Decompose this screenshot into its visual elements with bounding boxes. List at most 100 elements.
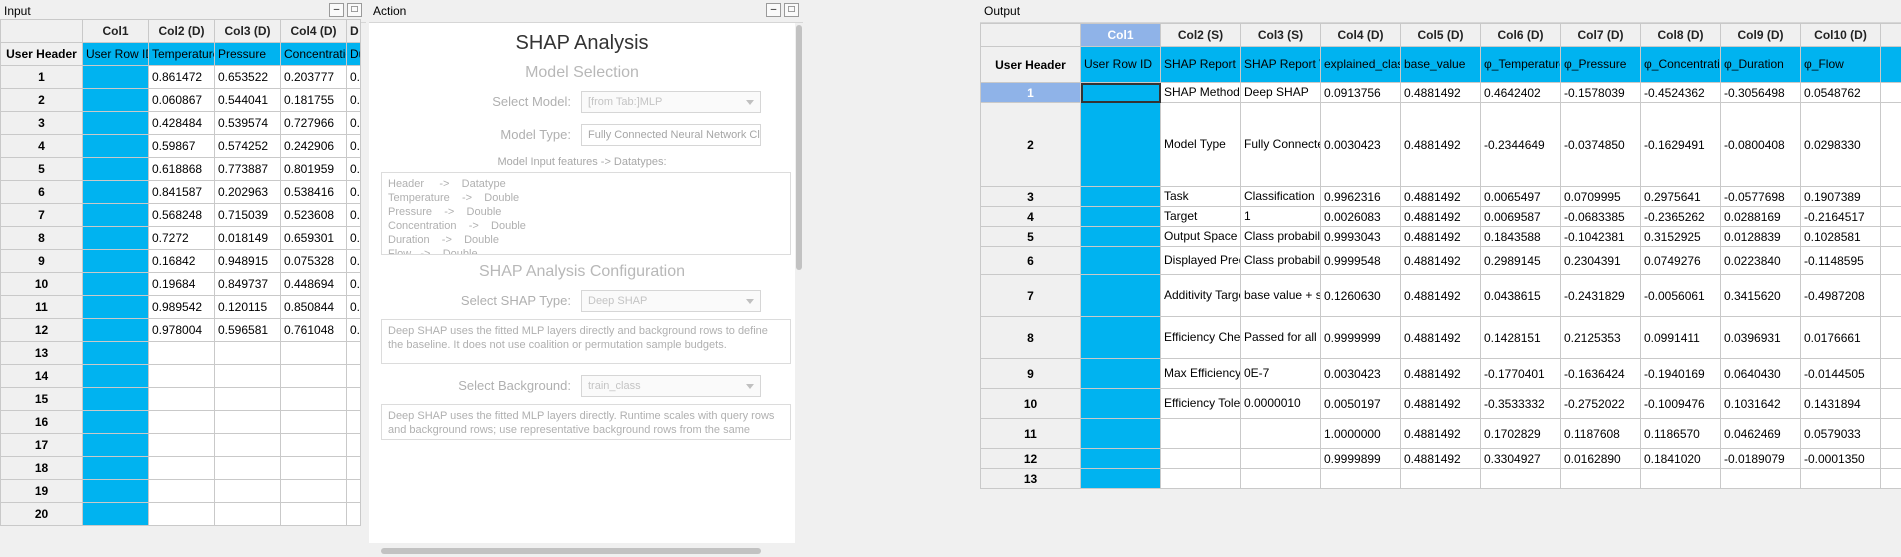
data-cell[interactable]: 0.801959 [280,157,347,181]
user-row-id-cell[interactable] [1080,358,1161,389]
column-header[interactable]: Col3 (S) [1240,23,1321,47]
data-cell[interactable] [280,387,347,411]
data-cell[interactable]: -0.1042381 [1560,226,1641,247]
data-cell[interactable]: Class probability [1240,246,1321,275]
data-cell[interactable]: 0.075328 [280,249,347,273]
data-cell[interactable]: 0.4881492 [1400,206,1481,227]
data-cell[interactable]: 0.0000010 [1240,388,1321,419]
column-header[interactable]: Col4 (D) [1320,23,1401,47]
data-cell[interactable]: 0.0065497 [1480,186,1561,207]
user-row-id-cell[interactable] [82,341,149,365]
data-cell[interactable]: 0.544041 [214,88,281,112]
data-cell[interactable]: 0.0030423 [1320,358,1401,389]
data-cell[interactable] [346,502,361,526]
user-row-id-cell[interactable] [1080,226,1161,247]
data-cell[interactable]: 0.653522 [214,65,281,89]
data-cell[interactable]: 0.4881492 [1400,316,1481,359]
scroll-thumb[interactable] [796,25,802,270]
data-cell[interactable]: 0. [346,295,361,319]
data-cell[interactable]: 0.4881492 [1400,388,1481,419]
data-cell[interactable]: -0.0001350 [1800,448,1881,469]
user-row-id-cell[interactable] [1080,82,1161,103]
row-number[interactable]: 2 [0,88,83,112]
data-cell[interactable]: 0.448694 [280,272,347,296]
data-cell[interactable]: 0. [346,318,361,342]
data-cell[interactable] [346,387,361,411]
user-row-id-cell[interactable] [82,134,149,158]
user-row-id-cell[interactable] [82,433,149,457]
column-header[interactable]: Col10 (D) [1800,23,1881,47]
data-cell[interactable]: 0.850844 [280,295,347,319]
row-number[interactable]: 5 [980,226,1081,247]
action-vertical-scrollbar[interactable] [795,23,803,543]
user-row-id-cell[interactable] [82,410,149,434]
data-cell[interactable]: 0.989542 [148,295,215,319]
data-cell[interactable]: 0.4881492 [1400,358,1481,389]
data-cell[interactable] [346,341,361,365]
data-cell[interactable]: 0.1260630 [1320,274,1401,317]
column-header[interactable]: Col3 (D) [214,19,281,43]
data-cell[interactable] [214,479,281,503]
data-cell[interactable] [214,341,281,365]
data-cell[interactable]: 0. [346,88,361,112]
data-cell[interactable]: 0.0462469 [1720,418,1801,449]
data-cell[interactable]: 0.715039 [214,203,281,227]
data-cell[interactable]: -0.0577698 [1720,186,1801,207]
row-number[interactable]: 2 [980,102,1081,187]
data-cell[interactable]: 0.0176661 [1800,316,1881,359]
row-number[interactable]: 20 [0,502,83,526]
data-cell[interactable]: -0.1940169 [1640,358,1721,389]
user-row-id-cell[interactable] [82,479,149,503]
row-number[interactable]: 9 [0,249,83,273]
data-cell[interactable]: 0.2975641 [1640,186,1721,207]
user-row-id-cell[interactable] [82,295,149,319]
data-cell[interactable]: -0.3056498 [1720,82,1801,103]
data-cell[interactable] [1240,448,1321,469]
data-cell[interactable] [1560,468,1641,489]
row-number[interactable]: 11 [980,418,1081,449]
features-datatypes-box[interactable]: Header -> Datatype Temperature -> Double P… [381,172,791,255]
data-cell[interactable]: Model Type [1160,102,1241,187]
data-cell[interactable]: -0.0374850 [1560,102,1641,187]
data-cell[interactable]: 0. [346,157,361,181]
data-cell[interactable]: 0.4881492 [1400,82,1481,103]
data-cell[interactable] [280,410,347,434]
data-cell[interactable]: 0.1841020 [1640,448,1721,469]
user-row-id-cell[interactable] [82,249,149,273]
data-cell[interactable]: Max Efficiency Residual [1160,358,1241,389]
output-grid[interactable]: Col1 Col2 (S) Col3 (S) Col4 (D) Col5 (D) Col6… [980,23,1901,489]
row-number[interactable]: 8 [980,316,1081,359]
data-cell[interactable]: 0.948915 [214,249,281,273]
data-cell[interactable]: 0.659301 [280,226,347,250]
user-row-id-cell[interactable] [82,387,149,411]
user-row-id-cell[interactable] [1080,418,1161,449]
user-header-cell[interactable]: φ_Flow [1800,46,1881,83]
data-cell[interactable]: -0.2365262 [1640,206,1721,227]
row-number[interactable]: 12 [980,448,1081,469]
user-header-cell[interactable]: Concentration [280,42,347,66]
user-header-cell[interactable]: base_value [1400,46,1481,83]
data-cell[interactable]: 1 [1240,206,1321,227]
data-cell[interactable]: 0.0396931 [1720,316,1801,359]
row-number[interactable]: 4 [980,206,1081,227]
user-row-id-cell[interactable] [82,318,149,342]
data-cell[interactable]: 0.1431894 [1800,388,1881,419]
data-cell[interactable]: 0.0288169 [1720,206,1801,227]
data-cell[interactable] [214,387,281,411]
data-cell[interactable] [346,479,361,503]
data-cell[interactable]: -0.3533332 [1480,388,1561,419]
data-cell[interactable]: 0.3304927 [1480,448,1561,469]
data-cell[interactable]: -0.1009476 [1640,388,1721,419]
data-cell[interactable]: 0.181755 [280,88,347,112]
row-number[interactable]: 1 [980,82,1081,103]
data-cell[interactable]: 0.1028581 [1800,226,1881,247]
column-header[interactable]: Col1 [82,19,149,43]
data-cell[interactable]: Classification [1240,186,1321,207]
data-cell[interactable] [346,410,361,434]
data-cell[interactable] [214,433,281,457]
data-cell[interactable] [148,456,215,480]
data-cell[interactable] [346,456,361,480]
data-cell[interactable]: 0.2989145 [1480,246,1561,275]
action-horizontal-scrollbar[interactable] [369,545,795,557]
data-cell[interactable]: 0.0298330 [1800,102,1881,187]
